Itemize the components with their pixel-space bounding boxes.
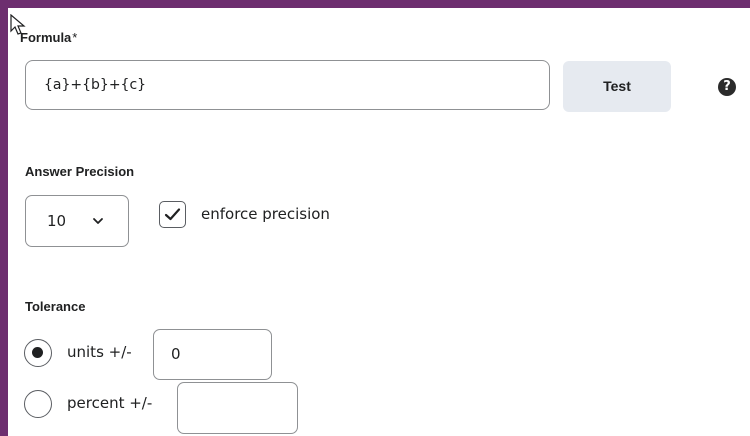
percent-tolerance-input[interactable] [177, 382, 298, 434]
precision-selected-value: 10 [47, 212, 67, 230]
percent-radio-label: percent +/- [67, 394, 152, 412]
precision-select[interactable]: 10 [25, 195, 129, 247]
percent-label-text: percent [67, 394, 125, 412]
units-plus-minus: +/- [108, 343, 132, 361]
tolerance-label: Tolerance [25, 299, 86, 314]
window-frame-top [0, 0, 750, 8]
formula-label: Formula* [20, 30, 77, 45]
window-frame-left [0, 0, 8, 436]
units-radio[interactable] [24, 339, 52, 367]
enforce-precision-checkbox[interactable] [159, 201, 186, 228]
formula-label-text: Formula [20, 30, 72, 45]
question-circle-icon[interactable]: ? [718, 78, 736, 96]
units-label-text: units [67, 343, 104, 361]
radio-selected-dot [32, 347, 43, 358]
percent-plus-minus: +/- [129, 394, 153, 412]
test-button[interactable]: Test [563, 61, 671, 112]
answer-precision-label: Answer Precision [25, 164, 135, 179]
chevron-down-icon [93, 218, 103, 224]
required-marker: * [72, 30, 78, 45]
units-radio-label: units +/- [67, 343, 132, 361]
formula-input[interactable]: {a}+{b}+{c} [25, 60, 550, 110]
enforce-precision-label: enforce precision [201, 205, 330, 223]
percent-radio[interactable] [24, 390, 52, 418]
units-tolerance-input[interactable]: 0 [153, 329, 272, 380]
checkmark-icon [164, 208, 181, 221]
